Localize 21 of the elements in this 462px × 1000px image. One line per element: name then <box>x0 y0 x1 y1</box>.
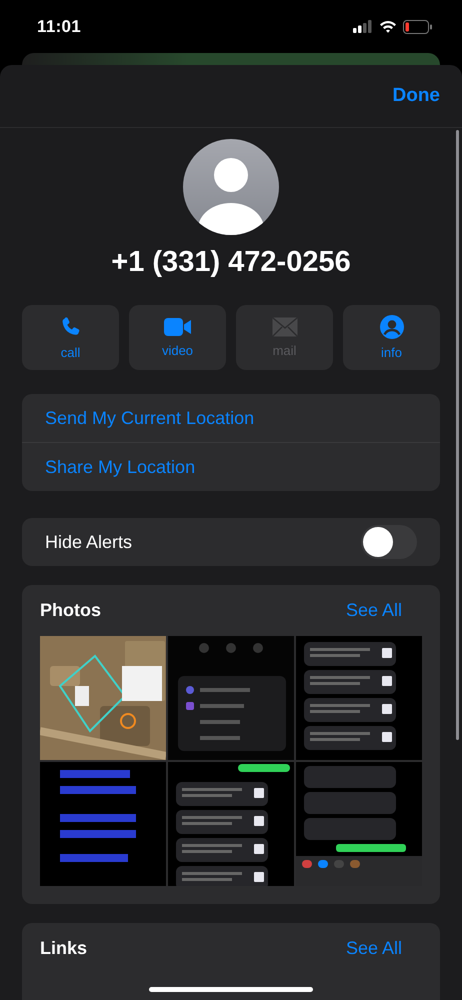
call-button[interactable]: call <box>22 305 119 370</box>
see-all-link[interactable]: See All <box>346 600 402 620</box>
location-option[interactable]: Send My Current Location <box>22 394 440 443</box>
clock-time: 11:01 <box>37 16 82 36</box>
video-camera-icon <box>164 317 192 337</box>
section-title: Photos <box>40 600 101 620</box>
section-title: Links <box>40 938 88 958</box>
hide-alerts-label: Hide Alerts <box>45 532 132 552</box>
envelope-icon <box>272 317 298 337</box>
location-option[interactable]: Share My Location <box>22 443 440 491</box>
wifi-icon <box>379 20 397 33</box>
person-icon <box>380 315 404 339</box>
video-button[interactable]: video <box>129 305 226 370</box>
done-button[interactable]: Done <box>392 85 440 107</box>
signal-icon <box>353 20 373 33</box>
hide-alerts-toggle[interactable] <box>361 525 417 559</box>
avatar-icon <box>183 139 279 235</box>
phone-number: +1 (331) 472-0256 <box>110 245 352 279</box>
see-all-link[interactable]: See All <box>346 938 402 958</box>
battery-icon <box>403 20 432 34</box>
info-button[interactable]: info <box>343 305 440 370</box>
